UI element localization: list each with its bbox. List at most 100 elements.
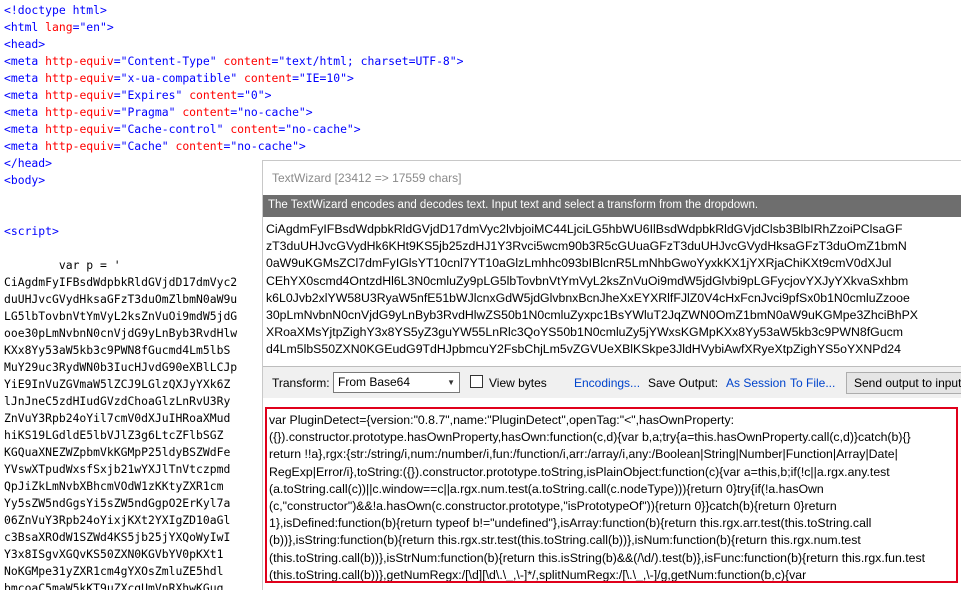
source-attr: http-equiv [45,139,114,153]
source-line: <meta http-equiv="Expires" content="0"> [4,87,961,104]
output-line: ({}).constructor.prototype.hasOwnPropert… [269,430,911,445]
source-line: <meta http-equiv="Content-Type" content=… [4,53,961,70]
source-punct: = [113,139,121,153]
source-attr: content [182,105,231,119]
encoded-source-line: lJnJneC5zdHIudGVzdChoaGlzLnRvU3Ry [4,394,231,408]
source-tag: <meta [4,105,46,119]
output-textarea[interactable]: var PluginDetect={version:"0.8.7",name:"… [263,398,961,590]
source-line: <head> [4,36,961,53]
source-attr: http-equiv [45,122,114,136]
source-tag: <meta [4,139,46,153]
input-line: CEhYX0scmd4OntzdHl6L3N0cmluZy9pLG5lbTovb… [266,273,909,288]
source-attr: content [244,71,293,85]
source-tag: <meta [4,88,46,102]
encoded-source-line: duUHJvcGVydHksaGFzT3duOmZlbmN0aW9u [4,292,238,306]
source-tag: <body> [4,173,46,187]
encoded-source-line: c3BsaXROdW1SZWd4KS5jb25jYXQoWyIwI [4,530,231,544]
encoded-source-line: MuY29uc3RydWN0b3IucHJvdG90eXBlLCJp [4,360,238,374]
output-line: return !!a},rgx:{str:/string/i,num:/numb… [269,447,898,462]
source-value: "en" [79,20,107,34]
source-attr: content [230,122,279,136]
source-tag: <head> [4,37,46,51]
source-attr: http-equiv [45,88,114,102]
source-value: "Cache" [120,139,169,153]
source-value: "Pragma" [120,105,176,119]
source-line: <meta http-equiv="Pragma" content="no-ca… [4,104,961,121]
source-code: var p = ' [4,258,121,272]
source-tag: <meta [4,122,46,136]
encoded-source-line: NoKGMpe31yZXR1cm4gYXOsZmluZE5hdl [4,564,224,578]
encoded-source-line: hiKS19LGdldE5lbVJlZ3g6LtcZFlbSGZ [4,428,224,442]
source-value: "text/html; charset=UTF-8" [278,54,457,68]
source-attr: content [189,88,238,102]
source-punct: = [292,71,299,85]
input-line: zT3duUHJvcGVydHk6KHt9KS5jb25zdHJ1Y3Rvci5… [266,239,907,254]
encoded-source-line: KGQuaXNEZWZpbmVkKGMpP25ldyBSZWdFe [4,445,231,459]
source-line: <!doctype html> [4,2,961,19]
encodings-link[interactable]: Encodings... [574,376,640,390]
source-value: "no-cache" [230,139,299,153]
source-tag: <meta [4,54,46,68]
source-punct: > [298,139,306,153]
source-tag: <!doctype html> [4,3,107,17]
source-attr: content [175,139,224,153]
transform-dropdown[interactable]: From Base64 ▼ [333,372,460,393]
output-line: 1},isDefined:function(b){return typeof b… [269,516,872,531]
encoded-source-line: CiAgdmFyIFBsdWdpbkRldGVjdD17dmVyc2 [4,275,238,289]
view-bytes-label[interactable]: View bytes [489,376,547,390]
output-line: (this.toString.call(b))},isStrNum:functi… [269,550,926,565]
source-tag: <html [4,20,39,34]
encoded-source-line: ZnVuY3Rpb24oYil7cmV0dXJuIHRoaXMud [4,411,231,425]
source-value: "Content-Type" [120,54,217,68]
view-bytes-checkbox[interactable] [470,375,483,388]
source-attr: http-equiv [45,105,114,119]
encoded-source-line: 06ZnVuY3Rpb24oYixjKXt2YXIgZD10aGl [4,513,231,527]
source-line: <meta http-equiv="x-ua-compatible" conte… [4,70,961,87]
source-attr: lang [45,20,73,34]
source-line: <meta http-equiv="Cache" content="no-cac… [4,138,961,155]
source-value: "x-ua-compatible" [120,71,238,85]
source-line: <meta http-equiv="Cache-control" content… [4,121,961,138]
input-textarea[interactable]: CiAgdmFyIFBsdWdpbkRldGVjdD17dmVyc2lvbjoi… [263,217,961,367]
send-output-to-input-button[interactable]: Send output to input [846,372,961,394]
chevron-down-icon: ▼ [447,378,455,387]
source-punct: > [353,122,361,136]
source-tag: <script> [4,224,59,238]
output-line: (a.toString.call(c))||c.window==c||a.rgx… [269,481,824,496]
decoded-output-text: var PluginDetect={version:"0.8.7",name:"… [269,412,957,583]
source-punct: > [264,88,272,102]
source-punct: = [113,71,121,85]
source-value: "IE=10" [298,71,347,85]
input-line: d4Lm5lbS50ZXN0KGEudG9TdHJpbmcuY2FsbChjLm… [266,342,901,357]
source-value: "no-cache" [285,122,354,136]
output-line: RegExp|Error/i},toString:({}).constructo… [269,464,890,479]
source-tag: <meta [4,71,46,85]
input-line: 30pLmNvbnN0cnVjdG9yLnByb3RvdHlwZS50b1N0c… [266,308,918,323]
source-punct: = [113,122,121,136]
source-punct: > [346,71,354,85]
output-line: (c,"constructor")&&!a.hasOwn(c.construct… [269,499,837,514]
encoded-source-line: QpJiZkLmNvbXBhcmVOdW1zKKtyZXR1cm [4,479,224,493]
source-value: "Cache-control" [120,122,224,136]
textwizard-panel: TextWizard [23412 => 17559 chars] The Te… [262,160,961,590]
output-line: var PluginDetect={version:"0.8.7",name:"… [269,413,735,427]
source-tag: </head> [4,156,53,170]
textwizard-description-banner: The TextWizard encodes and decodes text.… [263,195,961,217]
save-to-file-link[interactable]: To File... [790,376,835,390]
textwizard-toolbar: Transform: From Base64 ▼ View bytes Enco… [263,368,961,398]
transform-selected-value: From Base64 [338,375,411,389]
save-as-session-link[interactable]: As Session [726,376,786,390]
source-value: "no-cache" [237,105,306,119]
source-punct: = [113,54,121,68]
source-punct: = [113,88,121,102]
source-punct: > [456,54,464,68]
encoded-source-line: Yy5sZW5ndGgsYi5sZW5ndGgpO2ErKyl7a [4,496,231,510]
encoded-source-line: Y3x8ISgvXGQvKS50ZXN0KGVbYV0pKXt1 [4,547,224,561]
save-output-label: Save Output: [648,376,719,390]
source-attr: content [223,54,272,68]
source-attr: http-equiv [45,54,114,68]
input-line: CiAgdmFyIFBsdWdpbkRldGVjdD17dmVyc2lvbjoi… [266,222,903,236]
output-line: (b))},isString:function(b){return this.r… [269,533,861,548]
source-value: "Expires" [120,88,183,102]
source-punct: > [106,20,114,34]
